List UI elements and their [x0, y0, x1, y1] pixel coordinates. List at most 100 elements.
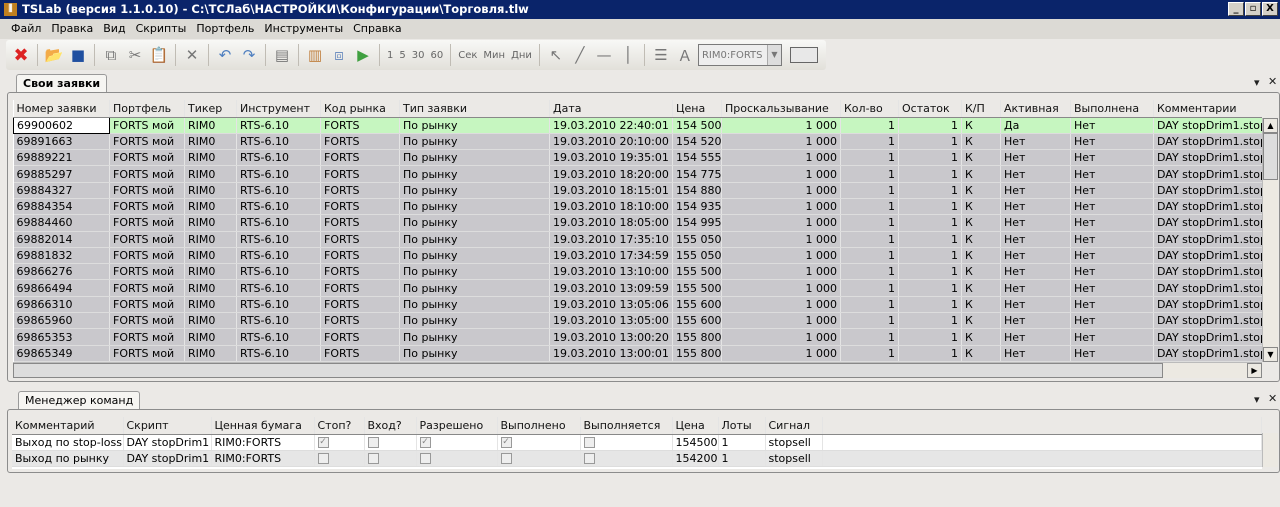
chart-icon[interactable]: ▥	[304, 43, 326, 67]
interval-5[interactable]: 5	[397, 50, 407, 61]
pointer-icon[interactable]: ↖	[545, 43, 567, 67]
cut-icon[interactable]: ✂	[124, 43, 146, 67]
table-row[interactable]: 69866494 FORTS мой RIM0 RTS-6.10 FORTS По рын…	[13, 279, 1262, 297]
table-row[interactable]: 69882014 FORTS мой RIM0 RTS-6.10 FORTS По рын…	[13, 231, 1262, 248]
diagram-icon[interactable]: ⧈	[328, 43, 350, 67]
column-header[interactable]: Цена	[672, 100, 722, 118]
table-row[interactable]: 69866276 FORTS мой RIM0 RTS-6.10 FORTS По рын…	[13, 263, 1262, 281]
unit-min[interactable]: Мин	[481, 50, 507, 61]
menu-scripts[interactable]: Скрипты	[131, 19, 192, 39]
column-header[interactable]: Лоты	[718, 417, 766, 435]
column-header[interactable]: Выполняется	[580, 417, 673, 435]
column-header[interactable]: Ценная бумага	[211, 417, 315, 435]
entry-checkbox[interactable]	[367, 437, 379, 449]
column-header[interactable]: Комментарий	[12, 417, 124, 435]
unit-days[interactable]: Дни	[509, 50, 534, 61]
allowed-checkbox[interactable]: ✓	[419, 437, 431, 449]
scroll-down-icon[interactable]: ▼	[1263, 347, 1278, 362]
column-header[interactable]: К/П	[961, 100, 1001, 118]
panel-close-icon[interactable]: ✕	[1268, 392, 1277, 405]
column-header[interactable]: Тип заявки	[399, 100, 550, 118]
table-row[interactable]: 69865353 FORTS мой RIM0 RTS-6.10 FORTS По рын…	[13, 328, 1262, 346]
table-row[interactable]: 69881832 FORTS мой RIM0 RTS-6.10 FORTS По рын…	[13, 247, 1262, 265]
column-header[interactable]: Код рынка	[320, 100, 400, 118]
column-header[interactable]: Стоп?	[314, 417, 365, 435]
instrument-select[interactable]: RIM0:FORTS ▼	[697, 44, 782, 66]
redo-icon[interactable]: ↷	[238, 43, 260, 67]
column-header[interactable]: Выполнена	[1070, 100, 1154, 118]
interval-1[interactable]: 1	[385, 50, 395, 61]
tab-own-orders[interactable]: Свои заявки	[16, 74, 108, 92]
table-row[interactable]: 69865349 FORTS мой RIM0 RTS-6.10 FORTS По рын…	[13, 345, 1262, 362]
done-checkbox[interactable]	[500, 453, 512, 465]
column-header[interactable]: Проскальзывание	[721, 100, 841, 118]
orders-vertical-scrollbar[interactable]: ▲ ▼	[1262, 118, 1278, 362]
done-checkbox[interactable]: ✓	[500, 437, 512, 449]
properties-icon[interactable]: ▤	[271, 43, 293, 67]
panel-close-icon[interactable]: ✕	[1268, 75, 1277, 88]
line-icon[interactable]: ╱	[569, 43, 591, 67]
column-header[interactable]: Активная	[1000, 100, 1071, 118]
tab-command-manager[interactable]: Менеджер команд	[18, 391, 141, 409]
panel-menu-icon[interactable]: ▾	[1254, 393, 1260, 406]
close-config-icon[interactable]: ✖	[10, 43, 32, 67]
restore-button[interactable]: ▫	[1245, 2, 1261, 16]
table-row[interactable]: 69891663 FORTS мой RIM0 RTS-6.10 FORTS По рын…	[13, 133, 1262, 151]
column-header[interactable]: Вход?	[364, 417, 417, 435]
menu-portfolio[interactable]: Портфель	[191, 19, 259, 39]
table-row[interactable]: 69884460 FORTS мой RIM0 RTS-6.10 FORTS По рын…	[13, 214, 1262, 232]
column-header[interactable]: Разрешено	[416, 417, 498, 435]
stop-checkbox[interactable]	[317, 453, 329, 465]
panel-menu-icon[interactable]: ▾	[1254, 76, 1260, 89]
scroll-up-icon[interactable]: ▲	[1263, 118, 1278, 133]
copy-icon[interactable]: ⧉	[100, 43, 122, 67]
column-header[interactable]: Кол-во	[840, 100, 899, 118]
column-header[interactable]: Номер заявки	[13, 100, 110, 118]
column-header[interactable]: Остаток	[898, 100, 962, 118]
executing-checkbox[interactable]	[583, 453, 595, 465]
column-header[interactable]: Цена	[672, 417, 719, 435]
text-icon[interactable]: Ａ	[674, 43, 696, 67]
menu-help[interactable]: Справка	[348, 19, 406, 39]
close-button[interactable]: X	[1262, 2, 1278, 16]
command-row[interactable]: Выход по stop-loss DAY stopDrim1 RIM0:FORT…	[12, 434, 1262, 451]
column-header[interactable]: Инструмент	[236, 100, 321, 118]
interval-30[interactable]: 30	[410, 50, 427, 61]
paste-icon[interactable]: 📋	[148, 43, 170, 67]
save-icon[interactable]: ■	[67, 43, 89, 67]
hscroll-thumb[interactable]	[13, 363, 1163, 378]
hline-icon[interactable]: —	[593, 43, 615, 67]
column-header[interactable]: Дата	[549, 100, 673, 118]
table-row[interactable]: 69889221 FORTS мой RIM0 RTS-6.10 FORTS По рын…	[13, 149, 1262, 167]
menu-tools[interactable]: Инструменты	[259, 19, 348, 39]
entry-checkbox[interactable]	[367, 453, 379, 465]
column-header[interactable]: Сигнал	[765, 417, 823, 435]
levels-icon[interactable]: ☰	[650, 43, 672, 67]
undo-icon[interactable]: ↶	[214, 43, 236, 67]
table-row[interactable]: 69866310 FORTS мой RIM0 RTS-6.10 FORTS По рын…	[13, 296, 1262, 314]
column-header[interactable]: Выполнено	[497, 417, 581, 435]
minimize-button[interactable]: _	[1228, 2, 1244, 16]
table-row[interactable]: 69885297 FORTS мой RIM0 RTS-6.10 FORTS По рын…	[13, 165, 1262, 183]
run-icon[interactable]: ▶	[352, 43, 374, 67]
allowed-checkbox[interactable]	[419, 453, 431, 465]
open-folder-icon[interactable]: 📂	[43, 43, 65, 67]
executing-checkbox[interactable]	[583, 437, 595, 449]
column-header[interactable]: Тикер	[184, 100, 237, 118]
command-row[interactable]: Выход по рынку DAY stopDrim1 RIM0:FORTS 154…	[12, 450, 1262, 468]
interval-60[interactable]: 60	[428, 50, 445, 61]
menu-view[interactable]: Вид	[98, 19, 130, 39]
orders-horizontal-scrollbar[interactable]: ▶	[13, 362, 1262, 378]
scroll-thumb[interactable]	[1263, 133, 1278, 180]
table-row[interactable]: 69884354 FORTS мой RIM0 RTS-6.10 FORTS По рын…	[13, 198, 1262, 216]
menu-edit[interactable]: Правка	[46, 19, 98, 39]
table-row[interactable]: 69884327 FORTS мой RIM0 RTS-6.10 FORTS По рын…	[13, 182, 1262, 199]
unit-sec[interactable]: Сек	[456, 50, 479, 61]
chevron-down-icon[interactable]: ▼	[766, 45, 781, 65]
scroll-right-icon[interactable]: ▶	[1247, 363, 1262, 378]
stop-checkbox[interactable]: ✓	[317, 437, 329, 449]
table-row[interactable]: 69865960 FORTS мой RIM0 RTS-6.10 FORTS По рын…	[13, 312, 1262, 330]
delete-icon[interactable]: ✕	[181, 43, 203, 67]
color-picker[interactable]	[789, 47, 818, 63]
commands-vertical-scrollbar[interactable]	[1262, 433, 1278, 467]
